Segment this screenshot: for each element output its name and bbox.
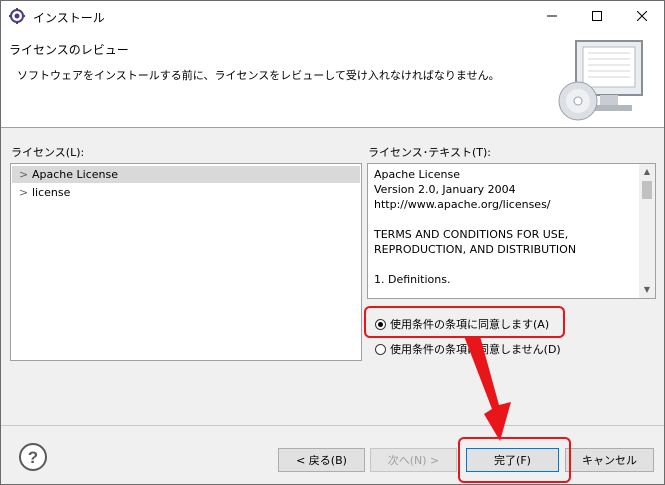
license-list[interactable]: > Apache License > license bbox=[10, 163, 362, 361]
license-list-label: ライセンス(L): bbox=[11, 146, 85, 159]
close-button[interactable] bbox=[619, 1, 664, 31]
back-button[interactable]: < 戻る(B) bbox=[278, 448, 365, 472]
close-icon bbox=[636, 11, 647, 21]
license-text-label: ライセンス･テキスト(T): bbox=[368, 146, 491, 159]
chevron-right-icon: > bbox=[19, 186, 29, 199]
license-text-area[interactable]: Apache License Version 2.0, January 2004… bbox=[367, 163, 656, 299]
scrollbar-thumb[interactable] bbox=[642, 181, 652, 199]
window-title: インストール bbox=[33, 11, 105, 25]
scroll-down-icon[interactable]: ▼ bbox=[639, 282, 655, 298]
monitor-cd-icon bbox=[558, 40, 643, 121]
license-text-line: REPRODUCTION, AND DISTRIBUTION bbox=[374, 243, 577, 256]
license-text-line: Apache License bbox=[374, 168, 461, 181]
help-icon[interactable]: ? bbox=[18, 442, 48, 472]
accept-radio[interactable]: 使用条件の条項に同意します(A) bbox=[375, 316, 549, 332]
finish-button[interactable]: 完了(F) bbox=[466, 448, 559, 472]
license-text-line: 1. Definitions. bbox=[374, 273, 451, 286]
title-bar: インストール bbox=[1, 1, 664, 31]
svg-text:?: ? bbox=[28, 448, 38, 467]
radio-unchecked-icon[interactable] bbox=[375, 343, 386, 355]
page-title: ライセンスのレビュー bbox=[9, 43, 129, 57]
next-button[interactable]: 次へ(N) > bbox=[370, 448, 457, 472]
decline-radio-label: 使用条件の条項に同意しません(D) bbox=[390, 343, 561, 356]
license-text-line: Version 2.0, January 2004 bbox=[374, 183, 516, 196]
license-item-apache[interactable]: > Apache License bbox=[12, 166, 360, 183]
decline-radio[interactable]: 使用条件の条項に同意しません(D) bbox=[375, 341, 561, 357]
license-item-license[interactable]: > license bbox=[12, 184, 360, 201]
minimize-button[interactable] bbox=[529, 1, 574, 31]
cancel-button[interactable]: キャンセル bbox=[565, 448, 654, 472]
maximize-button[interactable] bbox=[574, 1, 619, 31]
scroll-up-icon[interactable]: ▲ bbox=[639, 164, 655, 180]
eclipse-gear-icon bbox=[9, 8, 25, 24]
license-text-line: http://www.apache.org/licenses/ bbox=[374, 198, 551, 211]
license-text-scrollbar[interactable]: ▲ ▼ bbox=[639, 164, 655, 298]
radio-checked-icon[interactable] bbox=[375, 318, 386, 330]
license-item-label: license bbox=[32, 186, 71, 199]
license-item-label: Apache License bbox=[32, 168, 119, 181]
wizard-banner: ライセンスのレビュー ソフトウェアをインストールする前に、ライセンスをレビューし… bbox=[1, 31, 664, 128]
minimize-icon bbox=[546, 15, 557, 17]
button-bar-separator bbox=[1, 425, 664, 426]
license-text-line: TERMS AND CONDITIONS FOR USE, bbox=[374, 228, 569, 241]
page-description: ソフトウェアをインストールする前に、ライセンスをレビューして受け入れなければなり… bbox=[17, 69, 500, 82]
install-dialog: インストール ライセンスのレビュー ソフトウェアをインストールする前に、ライセン… bbox=[0, 0, 665, 485]
accept-radio-label: 使用条件の条項に同意します(A) bbox=[390, 318, 550, 331]
chevron-right-icon: > bbox=[19, 168, 29, 181]
maximize-icon bbox=[591, 11, 602, 21]
